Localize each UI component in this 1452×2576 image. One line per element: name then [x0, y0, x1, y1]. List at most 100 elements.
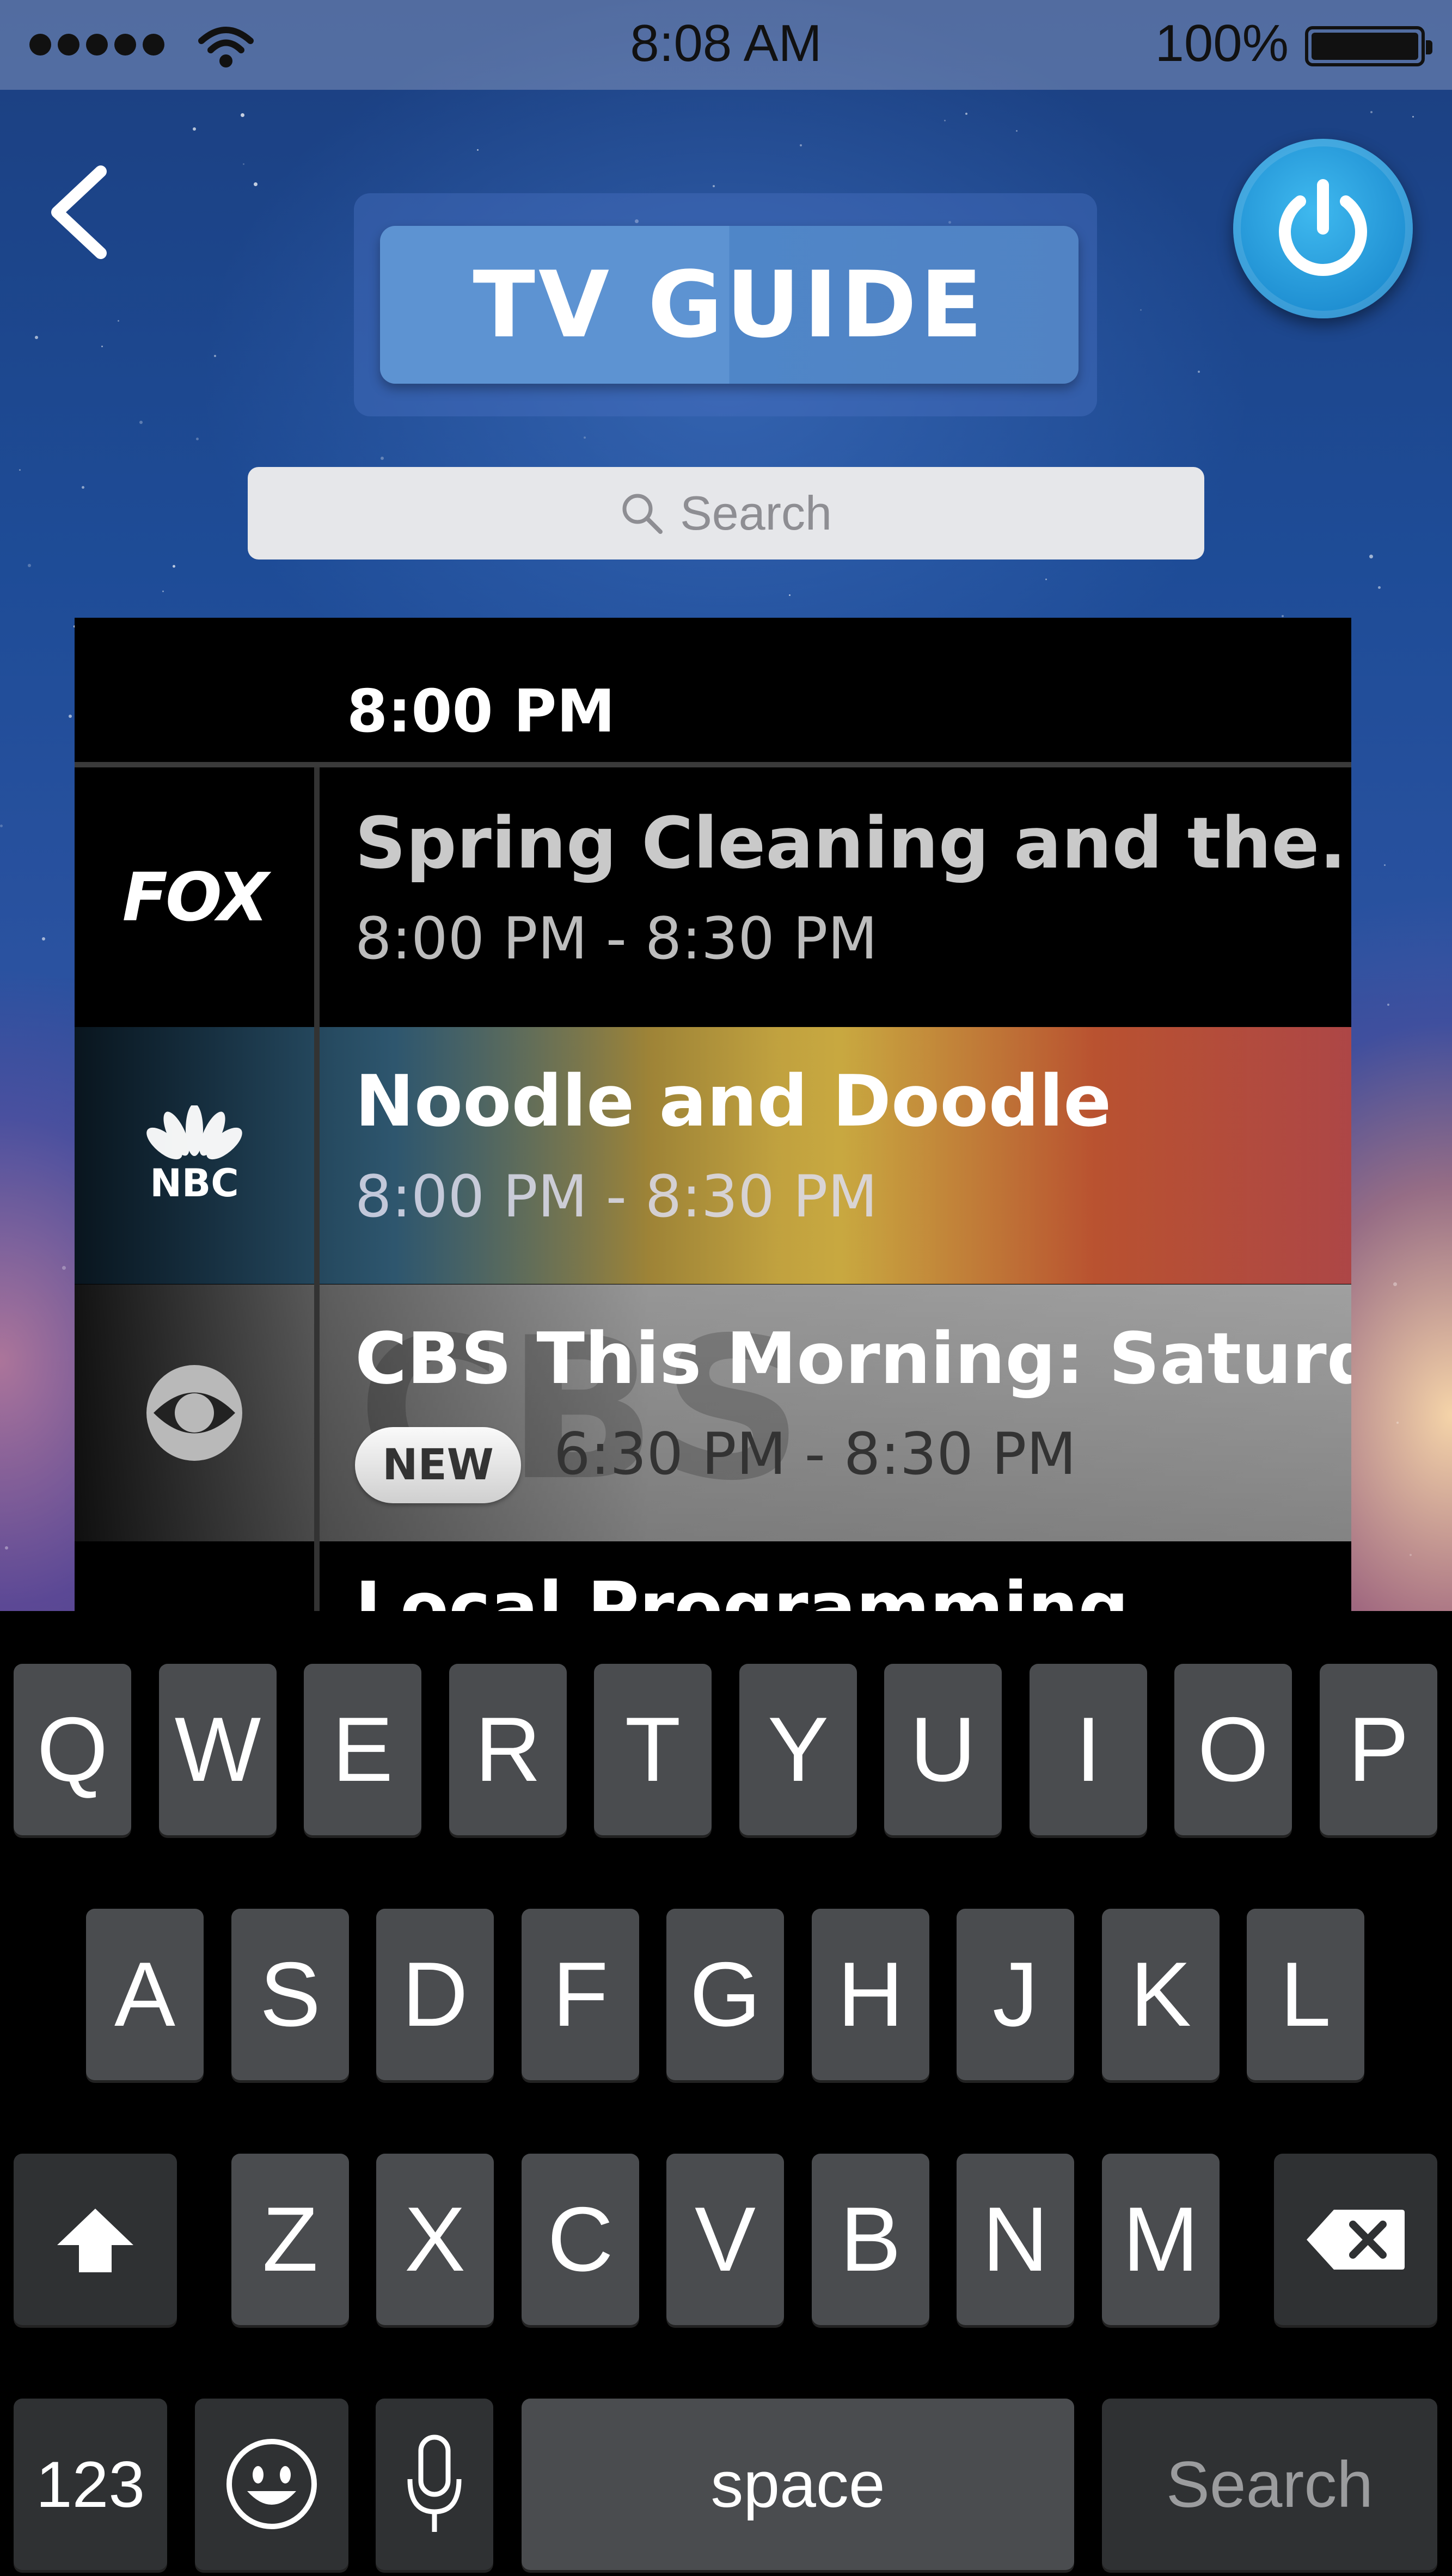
key-u[interactable]: U: [884, 1664, 1002, 1835]
cbs-logo: [75, 1284, 314, 1541]
star: [1410, 1554, 1412, 1556]
star: [241, 113, 244, 117]
key-j[interactable]: J: [957, 1909, 1074, 2080]
key-m[interactable]: M: [1102, 2154, 1220, 2325]
star: [381, 457, 384, 460]
star: [800, 144, 802, 146]
star: [1378, 586, 1381, 589]
microphone-icon: [407, 2434, 462, 2532]
star: [69, 715, 72, 718]
title-banner: TV GUIDE: [380, 226, 1079, 384]
star: [162, 591, 164, 592]
key-o[interactable]: O: [1174, 1664, 1292, 1835]
battery-percent: 100%: [1155, 14, 1289, 72]
program-row-nbc[interactable]: NBC Noodle and Doodle 8:00 PM - 8:30 PM: [75, 1027, 1351, 1284]
star: [28, 564, 31, 567]
program-title: Spring Cleaning and the...: [355, 802, 1351, 884]
magnifier-icon: [622, 494, 663, 534]
key-s[interactable]: S: [231, 1909, 349, 2080]
key-n[interactable]: N: [957, 2154, 1074, 2325]
key-k[interactable]: K: [1102, 1909, 1220, 2080]
star: [214, 355, 216, 357]
star: [1370, 111, 1373, 113]
key-t[interactable]: T: [594, 1664, 712, 1835]
program-row-fox[interactable]: FOX Spring Cleaning and the... 8:00 PM -…: [75, 769, 1351, 1026]
star: [101, 346, 103, 347]
key-w[interactable]: W: [159, 1664, 277, 1835]
program-title: Noodle and Doodle: [355, 1060, 1112, 1142]
star: [35, 336, 38, 339]
shift-key[interactable]: [14, 2154, 177, 2325]
search-input[interactable]: Search: [248, 467, 1204, 560]
program-title: CBS This Morning: Saturd...: [355, 1317, 1351, 1400]
search-placeholder: Search: [680, 486, 832, 540]
tv-guide-grid: 8:00 PM FOX Spring Cleaning and the... 8…: [75, 618, 1351, 1611]
star: [0, 825, 3, 827]
chevron-left-icon: [51, 165, 107, 259]
space-key[interactable]: space: [522, 2399, 1074, 2570]
header-divider: [75, 762, 1351, 767]
star: [173, 565, 175, 568]
star: [62, 1266, 66, 1270]
key-i[interactable]: I: [1030, 1664, 1147, 1835]
search-key[interactable]: Search: [1102, 2399, 1437, 2570]
star: [944, 120, 946, 121]
emoji-key[interactable]: [195, 2399, 348, 2570]
emoji-icon: [226, 2439, 317, 2529]
program-time: 6:30 PM - 8:30 PM: [554, 1421, 1076, 1487]
star: [1387, 1004, 1389, 1006]
battery-icon: [1305, 26, 1432, 66]
key-v[interactable]: V: [666, 2154, 784, 2325]
star: [1393, 1282, 1397, 1286]
status-bar: 8:08 AM 100%: [0, 0, 1452, 90]
star: [193, 127, 196, 131]
microphone-key[interactable]: [376, 2399, 493, 2570]
key-q[interactable]: Q: [14, 1664, 131, 1835]
program-title: Local Programming: [355, 1566, 1129, 1611]
star: [5, 1546, 8, 1550]
star: [139, 421, 143, 424]
key-f[interactable]: F: [522, 1909, 639, 2080]
page-title: TV GUIDE: [473, 251, 986, 358]
star: [42, 937, 45, 940]
key-l[interactable]: L: [1247, 1909, 1364, 2080]
star: [243, 163, 244, 165]
backspace-key[interactable]: [1274, 2154, 1437, 2325]
key-b[interactable]: B: [812, 2154, 929, 2325]
key-g[interactable]: G: [666, 1909, 784, 2080]
key-z[interactable]: Z: [231, 2154, 349, 2325]
star: [19, 469, 21, 471]
star: [1016, 130, 1018, 132]
back-button[interactable]: [38, 158, 120, 267]
key-h[interactable]: H: [812, 1909, 929, 2080]
star: [477, 149, 479, 151]
nbc-logo: NBC: [75, 1027, 314, 1284]
program-row-cbs[interactable]: CBS CBS This Morning: Saturd... NEW 6:30…: [75, 1284, 1351, 1541]
key-r[interactable]: R: [449, 1664, 567, 1835]
key-x[interactable]: X: [376, 2154, 494, 2325]
star: [1384, 864, 1386, 866]
key-a[interactable]: A: [86, 1909, 204, 2080]
star: [713, 185, 715, 187]
star: [1369, 555, 1373, 558]
program-row-local[interactable]: Local Programming: [75, 1542, 1351, 1611]
star: [965, 113, 967, 115]
star: [254, 182, 258, 186]
keyboard: Q W E R T Y U I O P A S D F G H J K L Z …: [0, 1611, 1452, 2576]
numbers-key[interactable]: 123: [14, 2399, 167, 2570]
power-button[interactable]: [1233, 139, 1413, 318]
star: [1140, 309, 1142, 311]
peacock-icon: [146, 1105, 242, 1160]
cbs-eye-icon: [146, 1365, 242, 1461]
key-y[interactable]: Y: [739, 1664, 857, 1835]
star: [1396, 1422, 1399, 1424]
key-c[interactable]: C: [522, 2154, 639, 2325]
star: [789, 594, 791, 596]
key-p[interactable]: P: [1320, 1664, 1437, 1835]
star: [584, 436, 586, 439]
key-e[interactable]: E: [304, 1664, 421, 1835]
star: [118, 320, 119, 322]
star: [82, 486, 84, 489]
new-badge: NEW: [355, 1427, 521, 1503]
key-d[interactable]: D: [376, 1909, 494, 2080]
